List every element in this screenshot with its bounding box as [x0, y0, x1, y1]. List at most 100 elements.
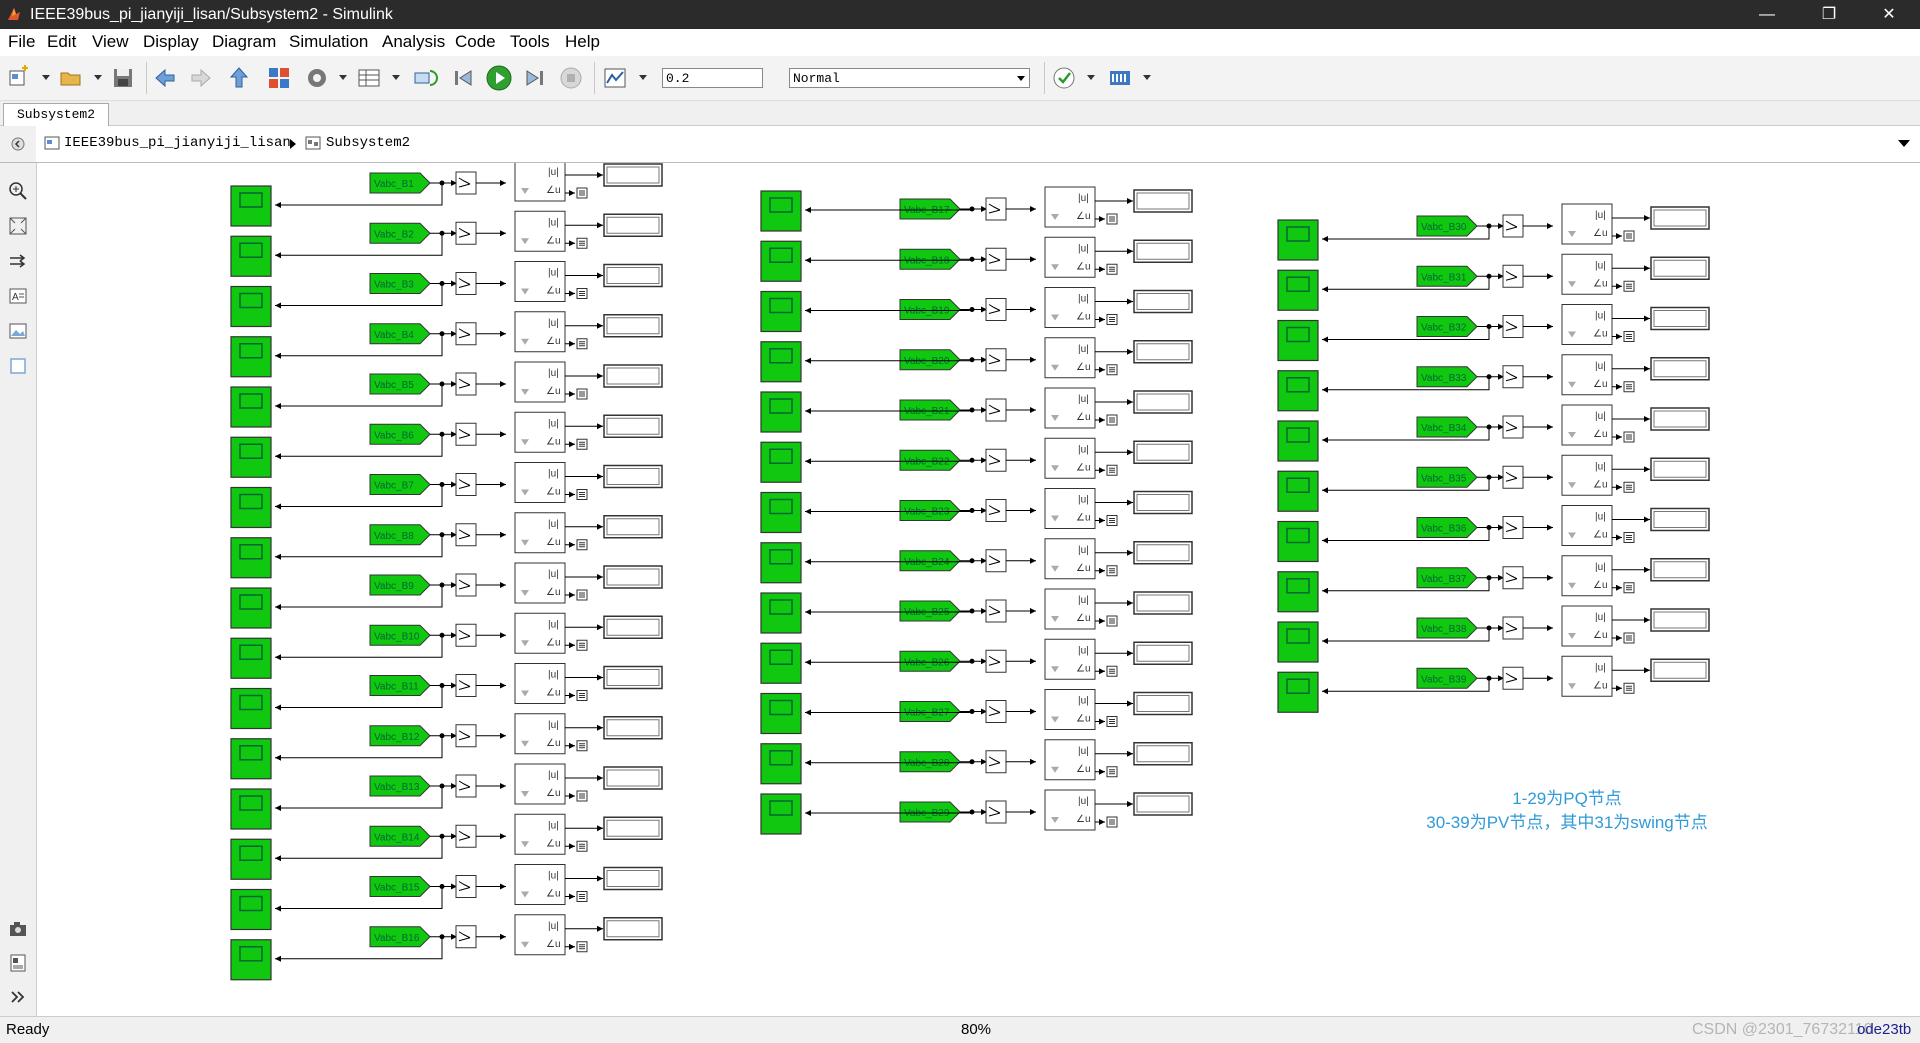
menu-simulation[interactable]: Simulation	[289, 32, 368, 52]
forward-icon[interactable]	[186, 63, 216, 93]
from-tag-label: Vabc_B33	[1421, 373, 1467, 384]
scope-block	[1277, 671, 1319, 713]
angle-label: ∠u	[1593, 429, 1608, 440]
bus-measure-row: Vabc_B19|u|∠u	[760, 287, 1193, 333]
menu-tools[interactable]: Tools	[510, 32, 550, 52]
mag-label: |u|	[548, 318, 559, 329]
scope-block	[230, 336, 272, 378]
display-field	[1653, 561, 1707, 579]
scope-block	[230, 537, 272, 579]
display-field	[1653, 511, 1707, 528]
angle-label: ∠u	[546, 286, 561, 297]
bus-measure-row: Vabc_B3 |u| ∠u	[230, 261, 663, 328]
menu-view[interactable]: View	[92, 32, 129, 52]
save-icon[interactable]	[108, 63, 138, 93]
menu-analysis[interactable]: Analysis	[382, 32, 445, 52]
angle-label: ∠u	[546, 738, 561, 749]
new-model-icon[interactable]	[4, 63, 34, 93]
angle-label: ∠u	[1593, 278, 1608, 289]
fit-view-icon[interactable]	[8, 216, 28, 236]
menu-code[interactable]: Code	[455, 32, 496, 52]
close-button[interactable]: ✕	[1866, 0, 1912, 29]
angle-label: ∠u	[546, 537, 561, 548]
angle-label: ∠u	[1593, 580, 1608, 591]
breadcrumb-subsystem[interactable]: Subsystem2	[326, 135, 410, 151]
run-icon[interactable]	[484, 63, 514, 93]
data-inspector-icon[interactable]	[600, 63, 630, 93]
expand-icon[interactable]	[8, 987, 28, 1007]
scope-block	[1277, 420, 1319, 462]
signal-arrow-icon[interactable]	[8, 251, 28, 271]
up-icon[interactable]	[224, 63, 254, 93]
simulation-mode-value: Normal	[793, 71, 840, 86]
angle-label: ∠u	[546, 587, 561, 598]
build-icon[interactable]	[1105, 63, 1135, 93]
switch-block	[1502, 516, 1524, 539]
mag-label: |u|	[548, 619, 559, 630]
area-icon[interactable]	[8, 356, 28, 376]
stop-time-input[interactable]: 0.2	[662, 68, 763, 88]
angle-label: ∠u	[1076, 412, 1091, 423]
switch-block	[455, 221, 477, 245]
scope-block	[1277, 470, 1319, 512]
block-diagram: Vabc_B1|u|∠uVabc_B2|u|∠uVabc_B3|u|∠uVabc…	[230, 163, 1710, 981]
simulation-mode-select[interactable]: Normal	[789, 68, 1030, 88]
status-text: Ready	[6, 1021, 50, 1038]
switch-block	[455, 171, 477, 195]
update-diagram-icon[interactable]	[410, 63, 440, 93]
step-forward-icon[interactable]	[520, 63, 550, 93]
menu-help[interactable]: Help	[565, 32, 600, 52]
explorer-toggle-icon	[11, 137, 25, 151]
report-icon[interactable]	[8, 953, 28, 973]
angle-label: ∠u	[1593, 530, 1608, 541]
model-config-icon[interactable]	[302, 63, 332, 93]
bus-measure-row: Vabc_B27|u|∠u	[760, 689, 1193, 735]
switch-block	[1502, 264, 1524, 288]
menu-edit[interactable]: Edit	[47, 32, 76, 52]
camera-icon[interactable]	[8, 919, 28, 939]
switch-block	[985, 700, 1007, 723]
stop-icon[interactable]	[556, 63, 586, 93]
bus-measure-row: Vabc_B14 |u| ∠u	[230, 813, 663, 880]
display-field	[1136, 544, 1190, 562]
solver-name[interactable]: ode23tb	[1857, 1021, 1911, 1038]
annotation-icon[interactable]: A	[8, 286, 28, 306]
note-line-2: 30-39为PV节点，其中31为swing节点	[1426, 813, 1708, 832]
scope-block	[230, 285, 272, 328]
switch-block	[985, 800, 1007, 824]
model-advisor-icon[interactable]	[1049, 63, 1079, 93]
switch-block	[1502, 214, 1524, 238]
mag-label: |u|	[1078, 796, 1089, 807]
chevron-down-icon[interactable]	[1898, 140, 1910, 148]
angle-label: ∠u	[546, 436, 561, 447]
mag-label: |u|	[1595, 260, 1606, 271]
zoom-icon[interactable]	[8, 181, 28, 201]
restore-button[interactable]: ❐	[1806, 0, 1852, 29]
hide-explorer-button[interactable]	[0, 126, 36, 162]
bus-measure-row: Vabc_B7 |u| ∠u	[230, 462, 663, 529]
diagram-canvas[interactable]: Vabc_B1 |u| ∠u Vabc_B2 |u| ∠u Vabc_B3 |u| ∠u Vabc…	[37, 163, 1920, 1016]
model-explorer-icon[interactable]	[354, 63, 384, 93]
library-browser-icon[interactable]	[264, 63, 294, 93]
open-folder-icon[interactable]	[56, 63, 86, 93]
bus-measure-row: Vabc_B13 |u| ∠u	[230, 763, 663, 830]
angle-label: ∠u	[1076, 814, 1091, 825]
image-icon[interactable]	[8, 321, 28, 341]
menu-display[interactable]: Display	[143, 32, 199, 52]
minimize-button[interactable]: —	[1744, 0, 1790, 29]
switch-block	[1502, 616, 1524, 640]
tab-subsystem2[interactable]: Subsystem2	[3, 103, 109, 126]
breadcrumb-model[interactable]: IEEE39bus_pi_jianyiji_lisan	[64, 135, 291, 151]
angle-label: ∠u	[1593, 329, 1608, 340]
step-back-icon[interactable]	[448, 63, 478, 93]
menu-file[interactable]: File	[8, 32, 35, 52]
from-tag-label: Vabc_B6	[374, 430, 414, 441]
display-field	[1653, 661, 1707, 679]
angle-label: ∠u	[546, 336, 561, 347]
status-bar: Ready 80% CSDN @2301_76732110 ode23tb	[0, 1016, 1920, 1043]
back-icon[interactable]	[150, 63, 180, 93]
mag-label: |u|	[548, 720, 559, 731]
bus-measure-row: Vabc_B21|u|∠u	[760, 387, 1193, 433]
menu-diagram[interactable]: Diagram	[212, 32, 276, 52]
switch-block	[455, 272, 477, 295]
